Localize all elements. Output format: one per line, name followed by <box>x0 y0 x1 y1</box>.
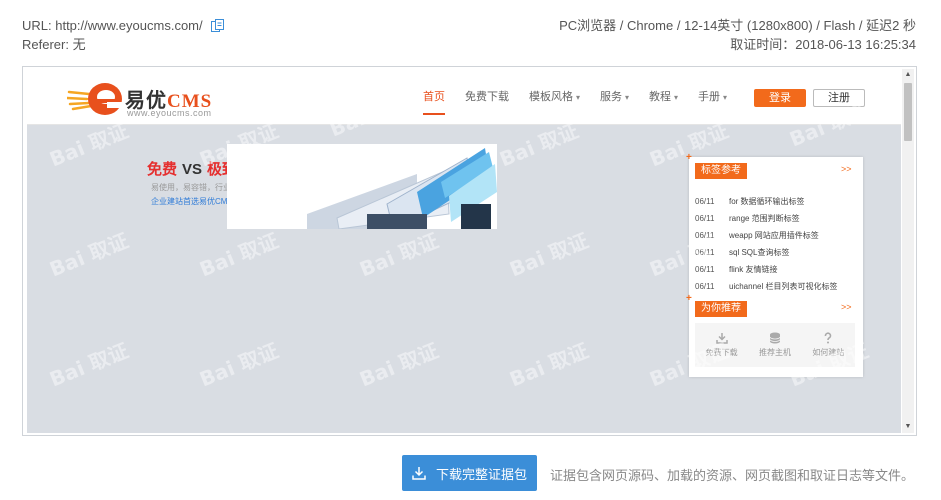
url-row: URL: http://www.eyoucms.com/ <box>22 16 225 35</box>
watermark: Bai 取证 <box>506 228 592 282</box>
url-label: URL: http://www.eyoucms.com/ <box>22 18 203 33</box>
tag-date: 06/11 <box>695 265 715 274</box>
nav-item-label: 模板风格 <box>529 91 573 103</box>
recommend-box: 免费下载 推荐主机 如何建站 <box>695 323 855 367</box>
chevron-down-icon: ▾ <box>625 93 630 102</box>
tag-title: for 数据循环输出标签 <box>729 197 805 206</box>
nav-item-3[interactable]: 服务 ▾ <box>590 69 639 125</box>
tag-date: 06/11 <box>695 282 715 291</box>
question-icon <box>825 332 832 344</box>
vertical-scrollbar[interactable]: ▲ ▼ <box>902 69 914 433</box>
nav-item-2[interactable]: 模板风格 ▾ <box>519 69 590 125</box>
banner-link[interactable]: 企业建站首选易优CMS <box>151 196 233 207</box>
capture-meta: URL: http://www.eyoucms.com/ Referer: 无 <box>22 16 225 54</box>
tag-title: flink 友情链接 <box>729 265 778 274</box>
tag-date: 06/11 <box>695 197 715 206</box>
watermark: Bai 取证 <box>196 228 282 282</box>
watermark: Bai 取证 <box>356 228 442 282</box>
watermark: Bai 取证 <box>506 338 592 392</box>
tags-more-link[interactable]: >> <box>841 164 852 174</box>
download-icon <box>412 466 426 480</box>
recommend-item-download[interactable]: 免费下载 <box>706 332 738 358</box>
tags-section-title: 标签参考 <box>695 163 747 179</box>
banner-screens-illustration <box>227 144 497 229</box>
database-icon <box>769 332 781 344</box>
nav-item-label: 免费下载 <box>465 91 509 103</box>
login-button[interactable]: 登录 <box>754 89 806 107</box>
screenshot-frame: 易优CMS www.eyoucms.com 首页 免费下载 模板风格 ▾ 服务 ▾ 教程 ▾ 手… <box>22 66 917 436</box>
nav-item-5[interactable]: 手册 ▾ <box>688 69 737 125</box>
nav-item-1[interactable]: 免费下载 <box>455 69 519 125</box>
plus-icon: + <box>686 152 692 163</box>
chevron-down-icon: ▾ <box>576 93 581 102</box>
scroll-thumb[interactable] <box>904 83 912 141</box>
list-item[interactable]: 06/11 flink 友情链接 <box>695 261 837 278</box>
chevron-down-icon: ▾ <box>674 93 679 102</box>
capture-time: 取证时间：2018-06-13 16:25:34 <box>730 37 916 52</box>
evidence-note: 证据包含网页源码、加载的资源、网页截图和取证日志等文件。 <box>550 468 915 483</box>
referer-row: Referer: 无 <box>22 35 225 54</box>
nav-item-label: 首页 <box>423 91 445 103</box>
plus-icon: + <box>686 293 692 304</box>
tags-list: 06/11 for 数据循环输出标签 06/11 range 范围判断标签 06/11 w… <box>695 193 837 295</box>
hero-banner[interactable]: 免费VS极致的好! 易使用，易容错，行业中安全免费 企业建站首选易优CMS <box>137 144 497 229</box>
tag-title: weapp 网站应用插件标签 <box>729 231 819 240</box>
tag-date: 06/11 <box>695 248 715 257</box>
list-item[interactable]: 06/11 sql SQL查询标签 <box>695 244 837 261</box>
scroll-up-arrow[interactable]: ▲ <box>902 69 914 81</box>
download-evidence-button[interactable]: 下载完整证据包 <box>402 455 537 491</box>
recommend-section-title: 为你推荐 <box>695 301 747 317</box>
tag-date: 06/11 <box>695 231 715 240</box>
list-item[interactable]: 06/11 weapp 网站应用插件标签 <box>695 227 837 244</box>
side-panel: + 标签参考 >> 06/11 for 数据循环输出标签 06/11 range 范围… <box>686 152 863 377</box>
main-nav: 首页 免费下载 模板风格 ▾ 服务 ▾ 教程 ▾ 手册 ▾ <box>413 69 737 125</box>
logo-url: www.eyoucms.com <box>127 108 212 118</box>
watermark: Bai 取证 <box>46 338 132 392</box>
copy-icon[interactable] <box>210 19 225 32</box>
referer-label: Referer: 无 <box>22 37 86 52</box>
chevron-down-icon: ▾ <box>723 93 728 102</box>
watermark: Bai 取证 <box>356 338 442 392</box>
watermark: Bai 取证 <box>196 338 282 392</box>
capture-info: PC浏览器 / Chrome / 12-14英寸 (1280x800) / Fl… <box>559 16 916 54</box>
list-item[interactable]: 06/11 for 数据循环输出标签 <box>695 193 837 210</box>
nav-item-0[interactable]: 首页 <box>413 69 455 125</box>
recommend-item-hosting[interactable]: 推荐主机 <box>759 332 791 358</box>
watermark: Bai 取证 <box>46 228 132 282</box>
register-button[interactable]: 注册 <box>813 89 865 107</box>
nav-item-4[interactable]: 教程 ▾ <box>639 69 688 125</box>
tag-title: sql SQL查询标签 <box>729 248 790 257</box>
tag-title: range 范围判断标签 <box>729 214 800 223</box>
recommend-more-link[interactable]: >> <box>841 302 852 312</box>
tag-date: 06/11 <box>695 214 715 223</box>
nav-item-label: 服务 <box>600 91 623 103</box>
tag-title: uichannel 栏目列表可视化标签 <box>729 282 838 291</box>
download-icon <box>715 333 728 344</box>
nav-item-label: 教程 <box>649 91 672 103</box>
device-info: PC浏览器 / Chrome / 12-14英寸 (1280x800) / Fl… <box>559 18 916 33</box>
screenshot-viewport: 易优CMS www.eyoucms.com 首页 免费下载 模板风格 ▾ 服务 ▾ 教程 ▾ 手… <box>27 69 901 433</box>
list-item[interactable]: 06/11 range 范围判断标签 <box>695 210 837 227</box>
recommend-item-howto[interactable]: 如何建站 <box>812 332 844 358</box>
site-header: 易优CMS www.eyoucms.com 首页 免费下载 模板风格 ▾ 服务 ▾ 教程 ▾ 手… <box>27 69 901 125</box>
logo-e-icon <box>67 83 123 115</box>
download-label: 下载完整证据包 <box>435 466 527 482</box>
nav-item-label: 手册 <box>698 91 721 103</box>
site-logo[interactable]: 易优CMS www.eyoucms.com <box>67 78 227 118</box>
list-item[interactable]: 06/11 uichannel 栏目列表可视化标签 <box>695 278 837 295</box>
scroll-down-arrow[interactable]: ▼ <box>902 421 914 433</box>
